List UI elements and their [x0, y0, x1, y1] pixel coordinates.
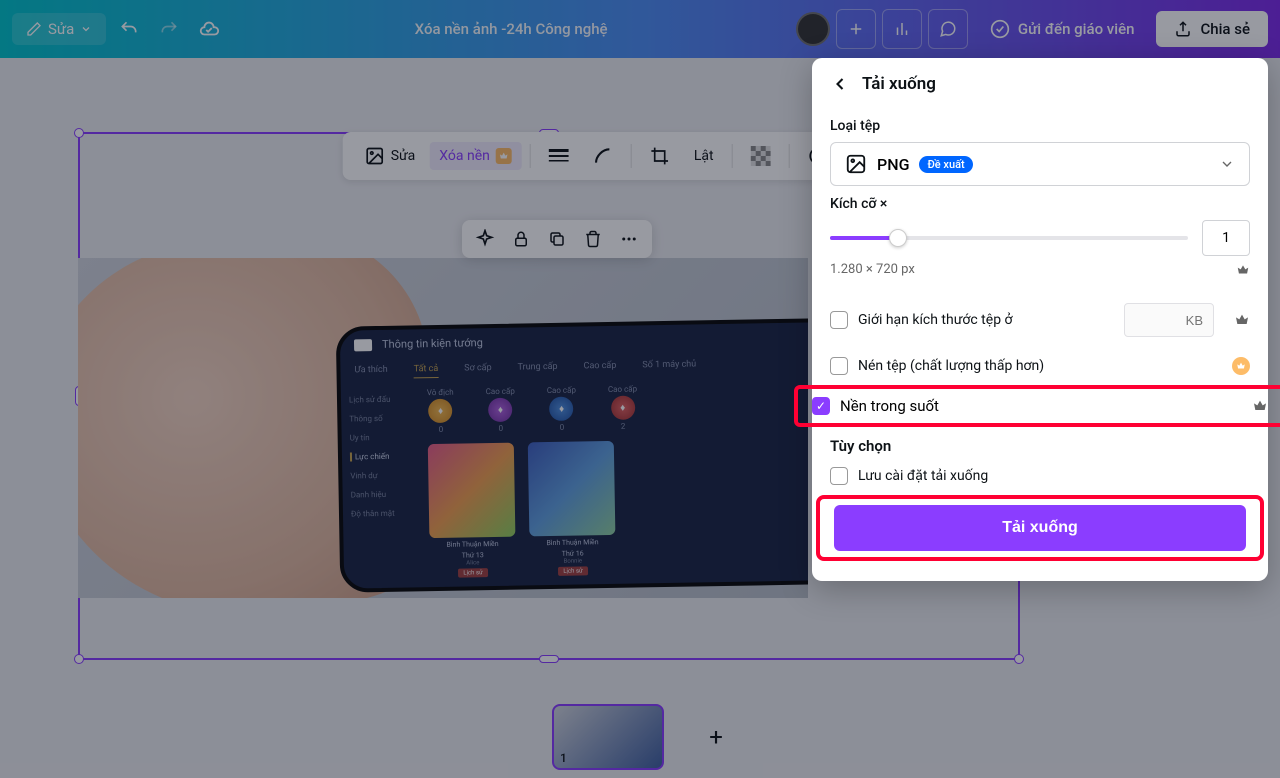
- slider-thumb[interactable]: [889, 229, 907, 247]
- image-icon: [845, 153, 867, 175]
- crown-icon: [1234, 312, 1250, 328]
- download-panel: Tải xuống Loại tệp PNG Đề xuất Kích cỡ ×…: [812, 58, 1268, 581]
- file-type-select[interactable]: PNG Đề xuất: [830, 142, 1250, 186]
- crown-icon: [1236, 263, 1250, 277]
- kb-input[interactable]: [1124, 303, 1214, 337]
- crown-icon: [1252, 398, 1268, 414]
- suggested-badge: Đề xuất: [919, 156, 972, 173]
- options-label: Tùy chọn: [830, 437, 1250, 455]
- size-slider[interactable]: [830, 236, 1188, 240]
- checkbox-limit-size[interactable]: [830, 311, 848, 329]
- checkbox-transparent-bg[interactable]: ✓: [812, 397, 830, 415]
- save-settings-option[interactable]: Lưu cài đặt tải xuống: [830, 457, 1250, 495]
- file-type-label: Loại tệp: [830, 118, 1250, 134]
- dimensions-text: 1.280 × 720 px: [830, 262, 915, 277]
- download-button[interactable]: Tải xuống: [834, 505, 1246, 551]
- size-input[interactable]: 1: [1202, 220, 1250, 256]
- checkbox-save-settings[interactable]: [830, 467, 848, 485]
- compress-option[interactable]: Nén tệp (chất lượng thấp hơn): [830, 347, 1250, 385]
- checkbox-compress[interactable]: [830, 357, 848, 375]
- crown-badge-icon: [1232, 357, 1250, 375]
- size-label: Kích cỡ ×: [830, 196, 1250, 212]
- panel-title: Tải xuống: [862, 74, 936, 94]
- file-type-value: PNG: [877, 155, 909, 174]
- limit-size-option[interactable]: Giới hạn kích thước tệp ở: [830, 293, 1250, 347]
- back-button[interactable]: [830, 74, 850, 94]
- transparent-bg-option[interactable]: ✓ Nền trong suốt: [794, 385, 1280, 427]
- chevron-down-icon: [1219, 156, 1235, 172]
